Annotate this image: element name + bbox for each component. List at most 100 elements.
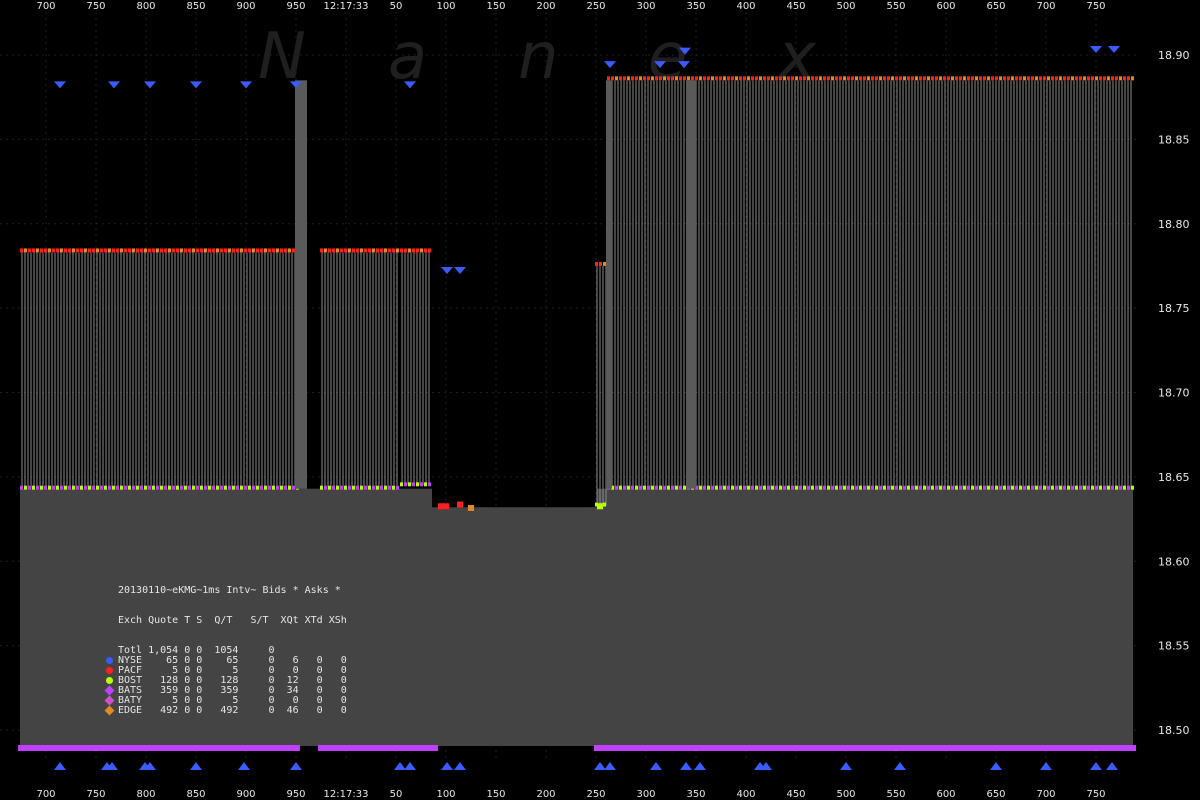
bid-marker	[340, 485, 343, 490]
ask-marker	[631, 76, 634, 81]
bid-marker	[831, 485, 834, 490]
bid-marker	[859, 485, 862, 490]
ask-marker	[276, 248, 279, 253]
bid-marker	[835, 485, 838, 490]
bid-marker	[128, 485, 131, 490]
x-tick-label-top: 800	[136, 1, 155, 12]
bid-marker	[332, 485, 335, 490]
dense-quote-block	[606, 80, 612, 489]
bid-marker	[683, 485, 686, 490]
ask-marker	[859, 76, 862, 81]
ask-marker	[132, 248, 135, 253]
ask-marker	[703, 76, 706, 81]
bid-marker	[935, 485, 938, 490]
ask-marker	[647, 76, 650, 81]
bid-marker	[743, 485, 746, 490]
nyse-ask-triangle	[604, 61, 616, 69]
bid-marker	[100, 485, 103, 490]
ask-marker	[116, 248, 119, 253]
bid-marker	[1115, 485, 1118, 490]
ask-marker	[20, 248, 23, 253]
ask-marker	[204, 248, 207, 253]
y-tick-label: 18.65	[1158, 471, 1190, 484]
ask-marker	[675, 76, 678, 81]
bid-marker	[428, 482, 431, 487]
bid-marker	[719, 485, 722, 490]
bid-marker	[627, 485, 630, 490]
bid-marker	[124, 485, 127, 490]
ask-marker	[108, 248, 111, 253]
bid-marker	[48, 485, 51, 490]
x-tick-label-top: 750	[86, 1, 105, 12]
ask-marker	[759, 76, 762, 81]
bid-marker	[675, 485, 678, 490]
bid-marker	[228, 485, 231, 490]
bid-marker	[212, 485, 215, 490]
bid-marker	[967, 485, 970, 490]
ask-marker	[388, 248, 391, 253]
bid-marker	[1075, 485, 1078, 490]
nyse-bid-triangle	[604, 762, 616, 770]
bid-marker	[739, 485, 742, 490]
ask-marker	[420, 248, 423, 253]
ask-marker	[755, 76, 758, 81]
bid-marker	[603, 502, 606, 507]
ask-marker	[911, 76, 914, 81]
ask-marker	[344, 248, 347, 253]
ask-marker	[352, 248, 355, 253]
y-tick-label: 18.55	[1158, 640, 1190, 653]
bid-marker	[795, 485, 798, 490]
x-tick-label-top: 500	[836, 1, 855, 12]
ask-marker	[779, 76, 782, 81]
x-tick-label-bottom: 700	[36, 789, 55, 800]
exchange-color-marker	[106, 667, 113, 674]
ask-marker	[280, 248, 283, 253]
bid-marker	[140, 485, 143, 490]
x-tick-label-bottom: 550	[886, 789, 905, 800]
nyse-bid-triangle	[54, 762, 66, 770]
ask-marker	[292, 248, 295, 253]
nbbo-area	[432, 507, 597, 746]
bid-marker	[771, 485, 774, 490]
stats-header: 20130110~eKMG~1ms Intv~ Bids * Asks *	[118, 585, 341, 596]
ask-marker	[727, 76, 730, 81]
bid-marker	[1015, 485, 1018, 490]
nyse-bid-triangle	[238, 762, 250, 770]
bid-marker	[871, 485, 874, 490]
bid-marker	[643, 485, 646, 490]
bid-marker	[887, 485, 890, 490]
ask-marker	[96, 248, 99, 253]
bid-marker	[763, 485, 766, 490]
bid-marker	[144, 485, 147, 490]
ask-marker	[1067, 76, 1070, 81]
x-tick-label-bottom: 650	[986, 789, 1005, 800]
gap-marker	[443, 503, 449, 510]
dense-quote-block	[686, 80, 696, 489]
bid-marker	[735, 485, 738, 490]
ask-marker	[947, 76, 950, 81]
ask-marker	[264, 248, 267, 253]
ask-marker	[687, 76, 690, 81]
ask-marker	[24, 248, 27, 253]
bid-marker	[923, 485, 926, 490]
ask-marker	[995, 76, 998, 81]
bid-marker	[76, 485, 79, 490]
nyse-bid-triangle	[441, 762, 453, 770]
bid-marker	[983, 485, 986, 490]
bottom-bats-band	[18, 745, 300, 751]
bid-marker	[1083, 485, 1086, 490]
bid-marker	[1127, 485, 1130, 490]
ask-marker	[284, 248, 287, 253]
bid-marker	[931, 485, 934, 490]
ask-marker	[847, 76, 850, 81]
ask-marker	[855, 76, 858, 81]
bid-marker	[731, 485, 734, 490]
bid-marker	[939, 485, 942, 490]
x-tick-label-top: 950	[286, 1, 305, 12]
bid-marker	[875, 485, 878, 490]
bid-marker	[623, 485, 626, 490]
stats-columns: Exch Quote T S Q/T S/T XQt XTd XSh	[118, 615, 347, 626]
ask-marker	[799, 76, 802, 81]
ask-marker	[1119, 76, 1122, 81]
ask-marker	[328, 248, 331, 253]
